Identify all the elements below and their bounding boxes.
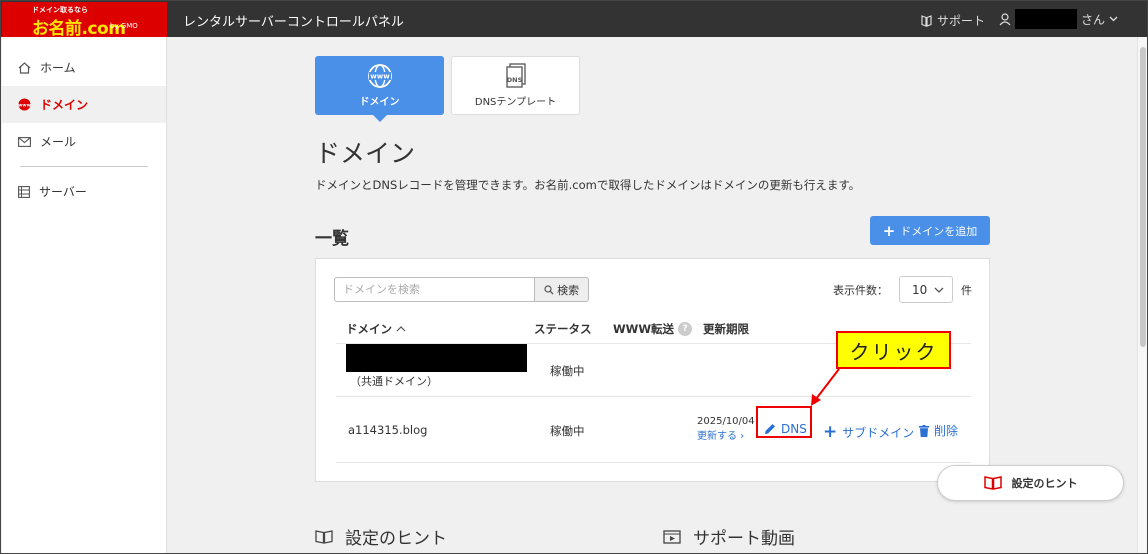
- app-window: ドメイン取るなら お名前.com by GMO レンタルサーバーコントロールパネ…: [0, 0, 1148, 554]
- chevron-down-icon: [934, 287, 944, 293]
- top-bar: ドメイン取るなら お名前.com by GMO レンタルサーバーコントロールパネ…: [1, 1, 1147, 39]
- hints-title-label: 設定のヒント: [345, 529, 447, 549]
- status-badge: 稼働中: [550, 364, 585, 378]
- svg-text:www: www: [370, 73, 390, 81]
- chevron-up-icon: [396, 326, 406, 332]
- per-page-unit: 件: [961, 284, 972, 297]
- sidebar-item-label: サーバー: [39, 185, 87, 199]
- click-callout: クリック: [836, 331, 951, 369]
- sidebar-item-label: ホーム: [40, 61, 76, 75]
- book-icon: [315, 529, 333, 544]
- user-suffix: さん: [1081, 12, 1106, 27]
- scrollbar-thumb[interactable]: [1140, 47, 1146, 347]
- plus-icon: +: [882, 221, 896, 240]
- expiry-cell: 2025/10/04 更新する ›: [697, 414, 755, 444]
- list-section-title: 一覧: [315, 229, 349, 249]
- chevron-down-icon: [1109, 16, 1118, 22]
- vertical-scrollbar[interactable]: [1137, 37, 1147, 553]
- hint-button-label: 設定のヒント: [1011, 477, 1078, 490]
- help-icon[interactable]: ?: [678, 322, 693, 336]
- video-section-title: サポート動画: [663, 524, 795, 549]
- subdomain-label: サブドメイン: [842, 425, 915, 440]
- hints-section-title: 設定のヒント: [315, 524, 447, 549]
- trash-icon: [919, 424, 929, 437]
- video-title-label: サポート動画: [693, 529, 795, 549]
- redacted-domain-name: [346, 344, 527, 372]
- tab-dns-label: DNSテンプレート: [474, 97, 557, 108]
- brand-logo[interactable]: ドメイン取るなら お名前.com by GMO: [2, 2, 167, 39]
- sidebar-divider: [20, 166, 148, 167]
- sidebar-item-server[interactable]: サーバー: [2, 173, 166, 210]
- per-page-value: 10: [912, 282, 928, 297]
- server-icon: [18, 185, 30, 198]
- settings-hint-button[interactable]: 設定のヒント: [937, 465, 1124, 501]
- app-title: レンタルサーバーコントロールパネル: [183, 15, 404, 30]
- column-header-expiry: 更新期限: [703, 321, 749, 337]
- sidebar-item-mail[interactable]: メール: [2, 123, 166, 160]
- sidebar-item-label: ドメイン: [40, 98, 89, 112]
- column-header-domain[interactable]: ドメイン: [346, 321, 406, 337]
- book-icon: [921, 14, 932, 27]
- search-icon: [544, 284, 554, 294]
- tab-dns-template[interactable]: DNS DNSテンプレート: [451, 56, 580, 115]
- mail-icon: [18, 136, 31, 147]
- add-domain-label: ドメインを追加: [900, 224, 978, 238]
- video-icon: [663, 529, 681, 544]
- dns-document-icon: DNS: [505, 63, 526, 88]
- column-header-www: WWW転送 ?: [613, 321, 693, 337]
- redacted-username: [1015, 9, 1077, 29]
- tab-domain[interactable]: www ドメイン: [315, 56, 444, 122]
- tab-domain-label: ドメイン: [359, 97, 400, 108]
- home-icon: [18, 61, 31, 74]
- svg-text:DNS: DNS: [506, 76, 522, 84]
- svg-text:www: www: [18, 103, 30, 108]
- sidebar-item-domain[interactable]: www ドメイン: [2, 86, 166, 123]
- page-description: ドメインとDNSレコードを管理できます。お名前.comで取得したドメインはドメイ…: [315, 178, 861, 192]
- per-page-label: 表示件数：: [833, 284, 888, 297]
- column-status-label: ステータス: [534, 322, 592, 336]
- page-title: ドメイン: [315, 139, 416, 168]
- column-header-status: ステータス: [534, 321, 592, 337]
- expiry-date: 2025/10/04: [697, 416, 755, 427]
- status-badge: 稼働中: [550, 424, 585, 438]
- row-divider: [336, 462, 971, 463]
- support-label: サポート: [937, 14, 986, 28]
- search-button[interactable]: 検索: [535, 277, 589, 302]
- domain-name: a114315.blog: [348, 423, 428, 437]
- domain-note: （共通ドメイン）: [350, 375, 438, 388]
- book-icon: [983, 476, 1002, 490]
- add-domain-button[interactable]: + ドメインを追加: [870, 216, 990, 245]
- dns-highlight-box: [756, 406, 812, 438]
- support-link[interactable]: サポート: [921, 12, 985, 29]
- row-divider: [336, 396, 971, 397]
- plus-icon: +: [823, 422, 838, 442]
- user-menu[interactable]: さん: [999, 9, 1118, 29]
- renew-link[interactable]: 更新する ›: [697, 429, 755, 444]
- add-subdomain-button[interactable]: + サブドメイン: [823, 422, 914, 442]
- column-www-label: WWW転送: [613, 322, 675, 336]
- www-globe-icon: www: [367, 64, 392, 88]
- search-button-label: 検索: [557, 283, 580, 297]
- per-page-select[interactable]: 10: [899, 276, 953, 303]
- domain-search-input[interactable]: [334, 277, 536, 302]
- main-content: www ドメイン DNS DNSテンプレート ドメイン ドメインとDNSレコード…: [167, 37, 1137, 553]
- www-icon: www: [18, 98, 31, 111]
- column-domain-label: ドメイン: [346, 322, 392, 336]
- sidebar-item-label: メール: [40, 135, 77, 149]
- column-expiry-label: 更新期限: [703, 322, 749, 336]
- delete-button[interactable]: 削除: [919, 422, 958, 439]
- search-bar: 検索: [334, 277, 589, 302]
- domain-list-card: 検索 表示件数： 10 件 ドメイン ステータス WWW転送 ? 更新期限: [315, 258, 990, 482]
- user-icon: [999, 12, 1011, 25]
- sidebar: ホーム www ドメイン メール サーバー: [2, 37, 167, 553]
- sidebar-item-home[interactable]: ホーム: [2, 49, 166, 86]
- delete-label: 削除: [934, 424, 959, 438]
- logo-sub: by GMO: [110, 22, 138, 30]
